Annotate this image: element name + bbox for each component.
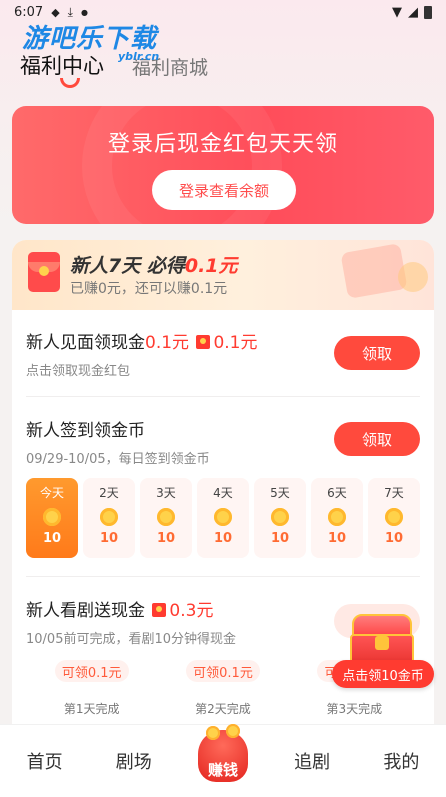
battery-icon	[424, 5, 432, 19]
checkin-days: 今天 10 2天 10 3天 10 4天 10 5天 10 6天 10 7天 10	[26, 478, 420, 558]
bottom-tab-bar: 首页 剧场 赚钱 追剧 我的	[0, 724, 446, 797]
mini-envelope-icon	[152, 603, 167, 617]
claim-coin-button[interactable]: 领取	[334, 422, 420, 456]
mini-envelope-icon	[196, 335, 211, 349]
task-checkin-title: 新人签到领金币	[26, 421, 145, 441]
login-card: 登录后现金红包天天领 登录查看余额	[12, 106, 434, 224]
login-check-balance-button[interactable]: 登录查看余额	[152, 170, 296, 210]
checkin-day[interactable]: 6天 10	[311, 478, 363, 558]
wifi-icon: ▼	[392, 4, 402, 20]
android-icon: ◆	[51, 5, 60, 19]
watermark-sub: yblr.cn	[118, 50, 160, 63]
task-meet-title: 新人见面领现金0.1元 0.1元	[26, 333, 258, 353]
red-envelope-icon	[28, 252, 60, 292]
coin-icon	[43, 508, 61, 526]
coin-icon	[214, 508, 232, 526]
checkin-day[interactable]: 今天 10	[26, 478, 78, 558]
dot-icon: ●	[80, 7, 88, 17]
step-label: 第1天完成	[63, 702, 120, 716]
drama-step-labels: 第1天完成 第2天完成 第3天完成	[26, 700, 420, 717]
banner-title: 新人7天 必得0.1元	[70, 255, 238, 277]
task-checkin-sub: 09/29-10/05，每日签到领金币	[26, 452, 210, 467]
task-drama-title: 新人看剧送现金 0.3元	[26, 601, 214, 621]
tab-theater[interactable]: 剧场	[99, 748, 169, 774]
task-meet-sub: 点击领取现金红包	[26, 364, 131, 379]
step-label: 第3天完成	[326, 702, 383, 716]
coin-icon	[157, 508, 175, 526]
coin-decoration-icon	[398, 262, 428, 292]
coin-icon	[225, 724, 240, 738]
coin-icon	[328, 508, 346, 526]
checkin-day[interactable]: 2天 10	[83, 478, 135, 558]
tab-home[interactable]: 首页	[10, 748, 80, 774]
claim-cash-button[interactable]: 领取	[334, 336, 420, 370]
claim-10-coins-button[interactable]: 点击领10金币	[332, 660, 434, 688]
checkin-day[interactable]: 7天 10	[368, 478, 420, 558]
login-card-title: 登录后现金红包天天领	[107, 132, 338, 157]
divider	[26, 576, 420, 577]
tab-follow[interactable]: 追剧	[277, 748, 347, 774]
coin-icon	[271, 508, 289, 526]
envelope-decoration-icon	[340, 243, 408, 299]
tab-earn[interactable]: 赚钱	[188, 724, 258, 796]
step-label: 第2天完成	[195, 702, 251, 716]
task-drama-sub: 10/05前可完成，看剧10分钟得现金	[26, 632, 237, 647]
step-chip: 可领0.1元	[54, 660, 129, 682]
checkin-day[interactable]: 5天 10	[254, 478, 306, 558]
divider	[26, 396, 420, 397]
coin-icon	[100, 508, 118, 526]
coin-icon	[385, 508, 403, 526]
coin-icon	[205, 726, 220, 740]
banner-subtitle: 已赚0元，还可以赚0.1元	[70, 281, 228, 297]
signal-icon: ◢	[408, 4, 418, 20]
checkin-day[interactable]: 3天 10	[140, 478, 192, 558]
tab-mine[interactable]: 我的	[366, 748, 436, 774]
step-chip: 可领0.1元	[185, 660, 260, 682]
checkin-day[interactable]: 4天 10	[197, 478, 249, 558]
newbie-banner: 新人7天 必得0.1元 已赚0元，还可以赚0.1元	[12, 240, 434, 310]
